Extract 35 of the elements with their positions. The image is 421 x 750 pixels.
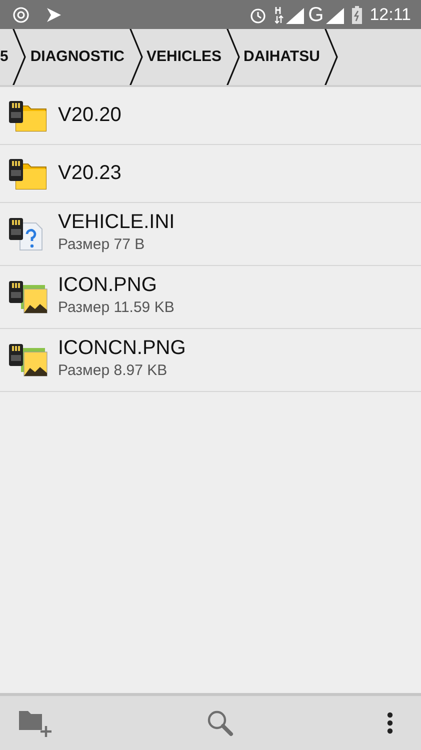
clock: 12:11 <box>370 4 411 26</box>
more-options-button[interactable] <box>387 711 393 735</box>
chevron-separator-icon <box>226 29 240 85</box>
chevron-separator-icon <box>12 29 26 85</box>
chevron-separator-icon <box>128 29 143 85</box>
sd-image-file-icon <box>8 280 48 314</box>
breadcrumb-item[interactable]: DIAGNOSTIC <box>26 46 129 68</box>
new-folder-button[interactable] <box>18 708 52 738</box>
sd-folder-icon <box>8 158 48 190</box>
file-name: VEHICLE.INI <box>58 211 175 234</box>
file-size: Размер 77 B <box>58 235 146 256</box>
file-size: Размер 8.97 KB <box>58 361 168 382</box>
breadcrumb-item[interactable]: VEHICLES <box>142 46 226 68</box>
file-name: V20.20 <box>58 104 122 127</box>
signal-icon <box>324 6 344 24</box>
alarm-icon <box>249 6 268 24</box>
search-button[interactable] <box>206 709 234 737</box>
network-type: G <box>308 4 324 24</box>
breadcrumb-item[interactable]: DAIHATSU <box>240 46 324 68</box>
chevron-separator-icon <box>324 29 338 85</box>
file-name: ICONCN.PNG <box>58 337 186 360</box>
data-arrows-icon <box>275 6 284 24</box>
file-size: Размер 11.59 KB <box>58 298 174 318</box>
signal-icon <box>284 6 304 24</box>
file-row[interactable]: V20.23 <box>0 145 421 203</box>
file-row[interactable]: VEHICLE.INI Размер 77 B <box>0 203 421 266</box>
battery-icon <box>352 6 362 24</box>
file-row[interactable]: ICONCN.PNG Размер 8.97 KB <box>0 329 421 392</box>
sd-folder-icon <box>8 100 48 132</box>
file-row[interactable]: ICON.PNG Размер 11.59 KB <box>0 266 421 329</box>
file-row[interactable]: V20.20 <box>0 87 421 145</box>
sd-image-file-icon <box>8 343 48 377</box>
file-name: V20.23 <box>58 162 122 185</box>
breadcrumb-item[interactable]: 5 <box>0 46 12 68</box>
file-name: ICON.PNG <box>58 274 158 298</box>
